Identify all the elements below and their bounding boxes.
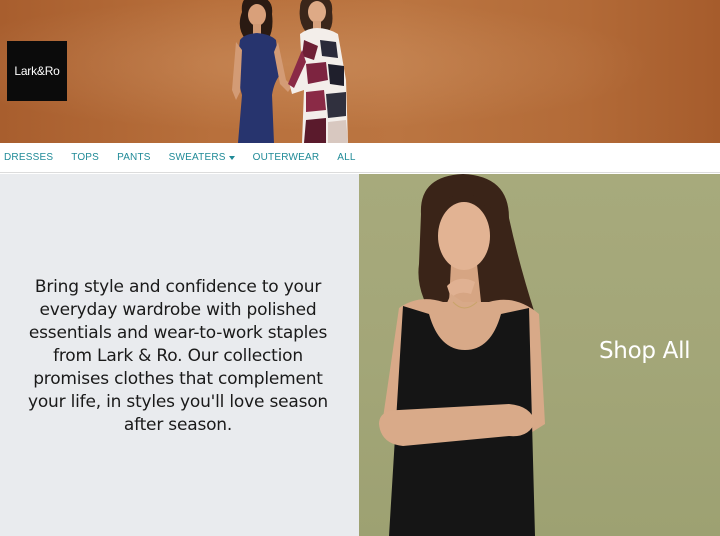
intro-panel: Bring style and confidence to your every… xyxy=(0,174,359,536)
shop-all-link[interactable]: Shop All xyxy=(599,338,691,364)
nav-item-label: PANTS xyxy=(117,152,151,163)
brand-logo-text: Lark&Ro xyxy=(14,64,60,78)
nav-item-dresses[interactable]: DRESSES xyxy=(4,152,53,163)
nav-item-outerwear[interactable]: OUTERWEAR xyxy=(253,152,320,163)
brand-logo[interactable]: Lark&Ro xyxy=(7,41,67,101)
nav-item-label: DRESSES xyxy=(4,152,54,163)
nav-item-tops[interactable]: TOPS xyxy=(71,152,99,163)
intro-text: Bring style and confidence to your every… xyxy=(27,277,329,435)
nav-item-all[interactable]: ALL xyxy=(337,152,355,163)
hero-models-image xyxy=(232,0,348,143)
hero-banner: Lark&Ro xyxy=(0,0,720,143)
nav-item-label: OUTERWEAR xyxy=(252,152,320,163)
caret-down-icon xyxy=(228,155,235,160)
nav-item-label: ALL xyxy=(337,152,356,163)
nav-item-sweaters[interactable]: SWEATERS xyxy=(169,152,235,163)
promo-model-image xyxy=(379,174,545,536)
nav-item-label: TOPS xyxy=(71,152,100,163)
nav-item-pants[interactable]: PANTS xyxy=(117,152,151,163)
category-nav: DRESSES TOPS PANTS SWEATERS OUTERWEAR AL… xyxy=(0,143,720,173)
nav-item-label: SWEATERS xyxy=(168,152,226,163)
shop-all-promo[interactable]: Shop All xyxy=(359,174,720,536)
